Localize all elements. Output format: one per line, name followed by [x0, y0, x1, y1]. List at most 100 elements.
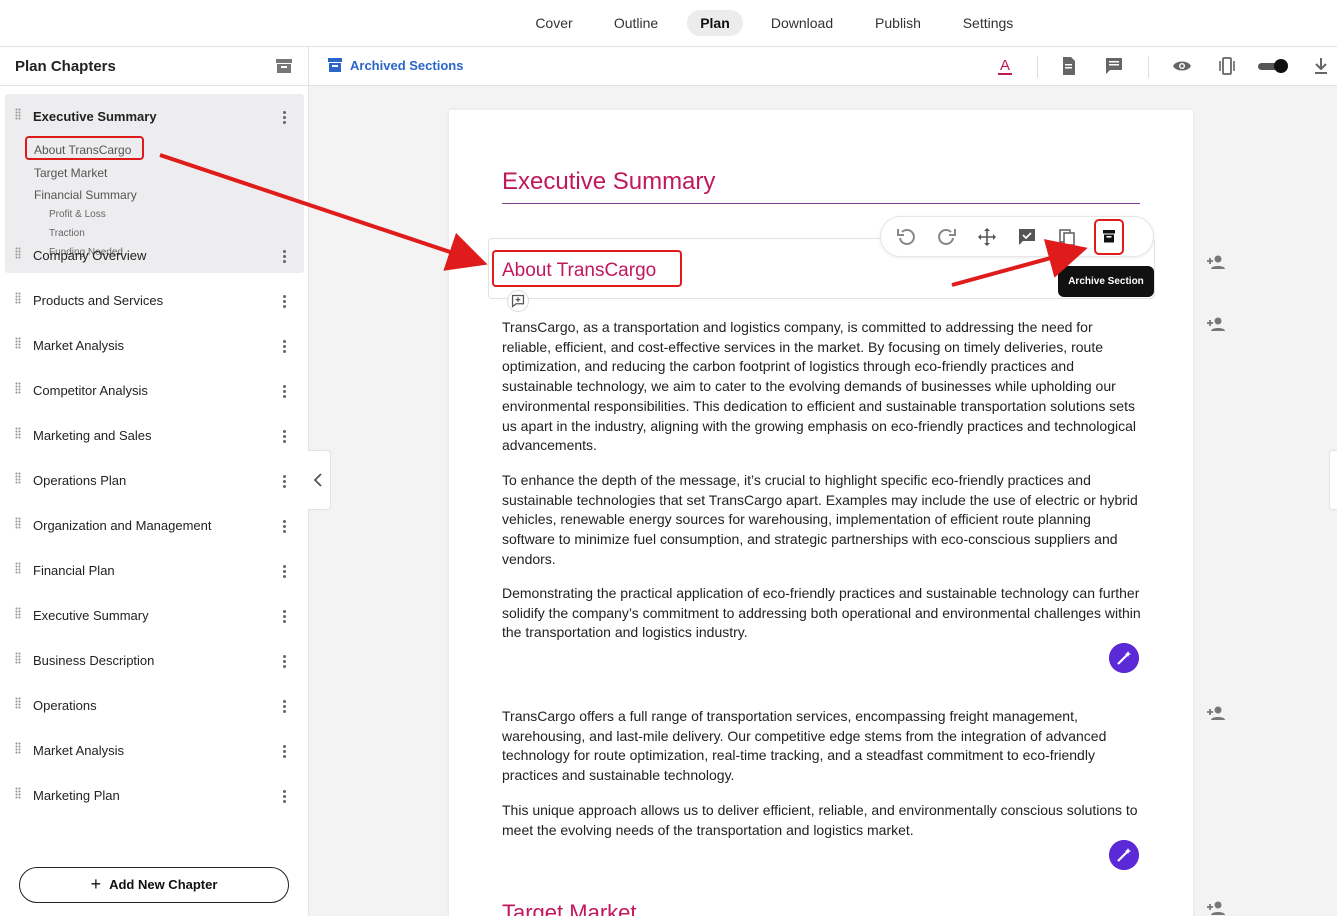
toggle-switch[interactable] — [1258, 59, 1288, 73]
sidebar-chapter-item[interactable]: Market Analysis — [33, 743, 124, 758]
duplicate-icon[interactable] — [1057, 227, 1077, 247]
paragraph[interactable]: TransCargo, as a transportation and logi… — [502, 318, 1142, 456]
paragraph[interactable]: TransCargo offers a full range of transp… — [502, 707, 1142, 786]
archived-sections-label: Archived Sections — [350, 58, 464, 73]
tab-plan[interactable]: Plan — [687, 10, 743, 36]
add-new-chapter-label: Add New Chapter — [109, 877, 218, 892]
archived-sections-link[interactable]: Archived Sections — [328, 58, 463, 73]
add-new-chapter-button[interactable]: + Add New Chapter — [19, 867, 289, 903]
highlight-box — [492, 250, 682, 287]
drag-handle-icon[interactable] — [15, 697, 21, 709]
document-icon[interactable] — [1059, 56, 1079, 76]
sidebar-chapter-item[interactable]: Financial Plan — [33, 563, 115, 578]
assign-user-icon[interactable] — [1206, 254, 1226, 270]
more-options-icon[interactable] — [276, 788, 292, 806]
editor-toolbar: Archived Sections A — [309, 47, 1337, 86]
more-options-icon[interactable] — [276, 293, 292, 311]
tab-settings[interactable]: Settings — [952, 10, 1024, 36]
sidebar-chapter-item[interactable]: Organization and Management — [33, 518, 212, 533]
text-color-icon[interactable]: A — [995, 56, 1015, 76]
archive-section-icon[interactable] — [1094, 219, 1124, 255]
toolbar-divider — [1037, 56, 1038, 78]
subsection-traction[interactable]: Traction — [49, 228, 85, 239]
drag-handle-icon[interactable] — [15, 292, 21, 304]
paragraph[interactable]: Demonstrating the practical application … — [502, 584, 1142, 643]
sidebar-chapter-item[interactable]: Company Overview — [33, 248, 146, 263]
download-icon[interactable] — [1311, 56, 1331, 76]
redo-icon[interactable] — [937, 227, 957, 247]
subsection-profit-loss[interactable]: Profit & Loss — [49, 209, 106, 220]
more-options-icon[interactable] — [276, 109, 292, 127]
preview-eye-icon[interactable] — [1172, 56, 1192, 76]
drag-handle-icon[interactable] — [15, 562, 21, 574]
tab-cover[interactable]: Cover — [524, 10, 584, 36]
more-options-icon[interactable] — [276, 473, 292, 491]
drag-handle-icon[interactable] — [15, 652, 21, 664]
more-options-icon[interactable] — [276, 428, 292, 446]
more-options-icon[interactable] — [276, 743, 292, 761]
assign-user-icon[interactable] — [1206, 316, 1226, 332]
paragraph[interactable]: This unique approach allows us to delive… — [502, 801, 1142, 840]
drag-handle-icon[interactable] — [15, 517, 21, 529]
drag-handle-icon[interactable] — [15, 382, 21, 394]
subsection-target-market[interactable]: Target Market — [34, 166, 107, 180]
sidebar-chapter-item[interactable]: Marketing and Sales — [33, 428, 152, 443]
sidebar-chapter-item[interactable]: Operations — [33, 698, 97, 713]
sidebar-item-executive-summary[interactable]: Executive Summary — [33, 109, 157, 124]
tab-download[interactable]: Download — [763, 10, 841, 36]
tab-outline[interactable]: Outline — [603, 10, 669, 36]
sidebar-chapter-item[interactable]: Market Analysis — [33, 338, 124, 353]
chapter-title[interactable]: Executive Summary — [502, 168, 715, 196]
sidebar-chapter-item[interactable]: Executive Summary — [33, 608, 149, 623]
assign-user-icon[interactable] — [1206, 705, 1226, 721]
sidebar-title: Plan Chapters — [15, 58, 116, 75]
add-comment-icon[interactable] — [507, 290, 529, 312]
archive-icon — [328, 58, 342, 72]
chevron-left-icon — [313, 473, 322, 487]
drag-handle-icon[interactable] — [15, 247, 21, 259]
page-width-icon[interactable] — [1217, 56, 1237, 76]
plus-icon: + — [90, 874, 102, 894]
more-options-icon[interactable] — [276, 248, 292, 266]
more-options-icon[interactable] — [276, 608, 292, 626]
approve-icon[interactable] — [1017, 227, 1037, 247]
archive-box-icon[interactable] — [275, 57, 293, 75]
sidebar-chapter-item[interactable]: Competitor Analysis — [33, 383, 148, 398]
drag-handle-icon[interactable] — [15, 108, 21, 120]
assign-user-icon[interactable] — [1206, 900, 1226, 916]
ai-magic-wand-icon[interactable] — [1109, 840, 1139, 870]
undo-icon[interactable] — [896, 227, 916, 247]
more-options-icon[interactable] — [276, 698, 292, 716]
move-icon[interactable] — [977, 227, 997, 247]
comment-icon[interactable] — [1104, 56, 1124, 76]
more-options-icon[interactable] — [276, 338, 292, 356]
sidebar-header: Plan Chapters — [0, 47, 308, 86]
more-options-icon[interactable] — [276, 653, 292, 671]
next-section-title[interactable]: Target Market — [502, 900, 637, 916]
highlight-box — [25, 136, 144, 160]
top-nav: Cover Outline Plan Download Publish Sett… — [0, 0, 1337, 47]
drag-handle-icon[interactable] — [15, 607, 21, 619]
drag-handle-icon[interactable] — [15, 337, 21, 349]
app-window: Cover Outline Plan Download Publish Sett… — [0, 0, 1337, 916]
sidebar-chapter-item[interactable]: Marketing Plan — [33, 788, 120, 803]
more-options-icon[interactable] — [276, 383, 292, 401]
subsection-financial-summary[interactable]: Financial Summary — [34, 188, 137, 202]
drag-handle-icon[interactable] — [15, 472, 21, 484]
sidebar-chapter-item[interactable]: Business Description — [33, 653, 154, 668]
paragraph[interactable]: To enhance the depth of the message, it’… — [502, 471, 1142, 570]
more-options-icon[interactable] — [276, 518, 292, 536]
drag-handle-icon[interactable] — [15, 427, 21, 439]
tab-publish[interactable]: Publish — [865, 10, 931, 36]
sidebar-chapter-item[interactable]: Operations Plan — [33, 473, 126, 488]
right-panel-handle[interactable] — [1329, 450, 1337, 510]
sidebar-collapse-button[interactable] — [308, 450, 331, 510]
drag-handle-icon[interactable] — [15, 742, 21, 754]
sidebar-chapter-item[interactable]: Products and Services — [33, 293, 163, 308]
editor-area: Archived Sections A Executive Summary Ab… — [309, 47, 1337, 916]
plan-chapters-sidebar: Plan Chapters Executive Summary About Tr… — [0, 47, 309, 916]
svg-text:A: A — [1000, 57, 1010, 74]
drag-handle-icon[interactable] — [15, 787, 21, 799]
more-options-icon[interactable] — [276, 563, 292, 581]
ai-magic-wand-icon[interactable] — [1109, 643, 1139, 673]
